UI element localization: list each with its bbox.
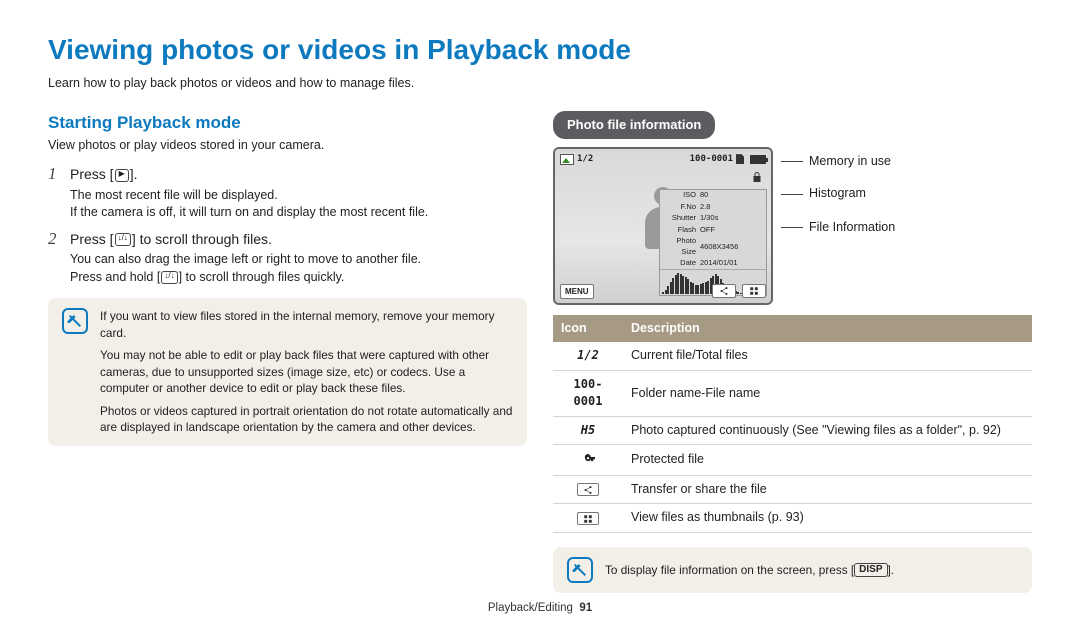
step-2: 2 Press [ ] to scroll through files. You … bbox=[48, 230, 527, 287]
lcd-preview: 1/2 100-0001 ISO80 bbox=[553, 147, 773, 305]
table-row: Protected file bbox=[553, 445, 1032, 476]
info-flash: OFF bbox=[698, 224, 766, 236]
flash-timer-button-icon bbox=[115, 233, 131, 246]
page-intro: Learn how to play back photos or videos … bbox=[48, 75, 1032, 93]
info-iso: 80 bbox=[698, 190, 766, 202]
note1-p1: If you want to view files stored in the … bbox=[100, 308, 513, 341]
desc-continuous: Photo captured continuously (See "Viewin… bbox=[623, 416, 1032, 445]
table-row: Transfer or share the file bbox=[553, 475, 1032, 504]
step1-sub1: The most recent file will be displayed. bbox=[70, 187, 527, 205]
callout-histogram: Histogram bbox=[809, 185, 866, 203]
file-counter: 1/2 bbox=[577, 153, 593, 166]
step1-sub2: If the camera is off, it will turn on an… bbox=[70, 204, 527, 222]
step2-sub1: You can also drag the image left or righ… bbox=[70, 251, 527, 269]
desc-share: Transfer or share the file bbox=[623, 475, 1032, 504]
icon-counter: 1/2 bbox=[577, 348, 599, 362]
step2-sub2b: ] to scroll through files quickly. bbox=[179, 270, 345, 284]
lock-icon bbox=[751, 171, 763, 188]
icon-folderfile: 100-0001 bbox=[574, 377, 603, 409]
key-lock-icon bbox=[581, 452, 595, 467]
th-icon: Icon bbox=[553, 315, 623, 343]
playback-button-icon bbox=[115, 169, 129, 182]
memory-card-icon bbox=[736, 154, 744, 164]
left-column: Starting Playback mode View photos or pl… bbox=[48, 111, 527, 593]
step-1: 1 Press []. The most recent file will be… bbox=[48, 165, 527, 222]
note-box-right: To display file information on the scree… bbox=[553, 547, 1032, 593]
info-date: 2014/01/01 bbox=[698, 258, 766, 270]
desc-thumbnails: View files as thumbnails (p. 93) bbox=[623, 504, 1032, 533]
info-date-label: Date bbox=[660, 258, 698, 270]
info-iso-label: ISO bbox=[660, 190, 698, 202]
table-row: H5 Photo captured continuously (See "Vie… bbox=[553, 416, 1032, 445]
page-footer: Playback/Editing 91 bbox=[0, 600, 1080, 616]
thumbnails-button-icon bbox=[742, 284, 766, 298]
info-shutter-label: Shutter bbox=[660, 213, 698, 225]
share-icon bbox=[577, 483, 599, 496]
info-size: 4608X3456 bbox=[698, 236, 766, 258]
info-fno: 2.8 bbox=[698, 201, 766, 213]
battery-icon bbox=[750, 155, 766, 164]
thumbnails-icon bbox=[577, 512, 599, 525]
step2-text-pre: Press [ bbox=[70, 231, 114, 247]
note-icon bbox=[62, 308, 88, 334]
info-flash-label: Flash bbox=[660, 224, 698, 236]
folder-file-name: 100-0001 bbox=[690, 153, 733, 166]
table-row: 1/2 Current file/Total files bbox=[553, 342, 1032, 370]
note-box-left: If you want to view files stored in the … bbox=[48, 298, 527, 446]
step2-text-mid: ] to scroll through files. bbox=[132, 231, 272, 247]
footer-page-number: 91 bbox=[579, 602, 592, 614]
desc-counter: Current file/Total files bbox=[623, 342, 1032, 370]
page-title: Viewing photos or videos in Playback mod… bbox=[48, 30, 1032, 69]
note2-pre: To display file information on the scree… bbox=[605, 562, 854, 579]
step-number: 1 bbox=[48, 165, 70, 222]
desc-protected: Protected file bbox=[623, 445, 1032, 476]
th-desc: Description bbox=[623, 315, 1032, 343]
disp-button-icon: DISP bbox=[854, 563, 887, 577]
note-icon bbox=[567, 557, 593, 583]
right-column: Photo file information 1/2 100-0001 bbox=[553, 111, 1032, 593]
info-size-label: Photo Size bbox=[660, 236, 698, 258]
info-fno-label: F.No bbox=[660, 201, 698, 213]
share-button-icon bbox=[712, 284, 736, 298]
table-row: 100-0001 Folder name-File name bbox=[553, 370, 1032, 416]
note2-post: ]. bbox=[888, 562, 895, 579]
picture-icon bbox=[560, 154, 574, 165]
section-title: Starting Playback mode bbox=[48, 111, 527, 135]
table-row: View files as thumbnails (p. 93) bbox=[553, 504, 1032, 533]
step-number: 2 bbox=[48, 230, 70, 287]
step1-text-pre: Press [ bbox=[70, 166, 114, 182]
menu-button: MENU bbox=[560, 284, 594, 299]
photo-file-info-label: Photo file information bbox=[553, 111, 715, 139]
note1-p3: Photos or videos captured in portrait or… bbox=[100, 403, 513, 436]
file-info-box: ISO80 F.No2.8 Shutter1/30s FlashOFF Phot… bbox=[659, 189, 767, 297]
flash-timer-button-icon bbox=[161, 271, 177, 284]
footer-section: Playback/Editing bbox=[488, 602, 573, 614]
desc-folderfile: Folder name-File name bbox=[623, 370, 1032, 416]
icon-description-table: Icon Description 1/2 Current file/Total … bbox=[553, 315, 1032, 533]
callout-fileinfo: File Information bbox=[809, 219, 895, 237]
step2-sub2a: Press and hold [ bbox=[70, 270, 160, 284]
info-shutter: 1/30s bbox=[698, 213, 766, 225]
section-desc: View photos or play videos stored in you… bbox=[48, 137, 527, 155]
step1-text-post: ]. bbox=[130, 166, 138, 182]
callout-memory: Memory in use bbox=[809, 153, 891, 171]
icon-continuous: H5 bbox=[581, 423, 595, 437]
note1-p2: You may not be able to edit or play back… bbox=[100, 347, 513, 397]
